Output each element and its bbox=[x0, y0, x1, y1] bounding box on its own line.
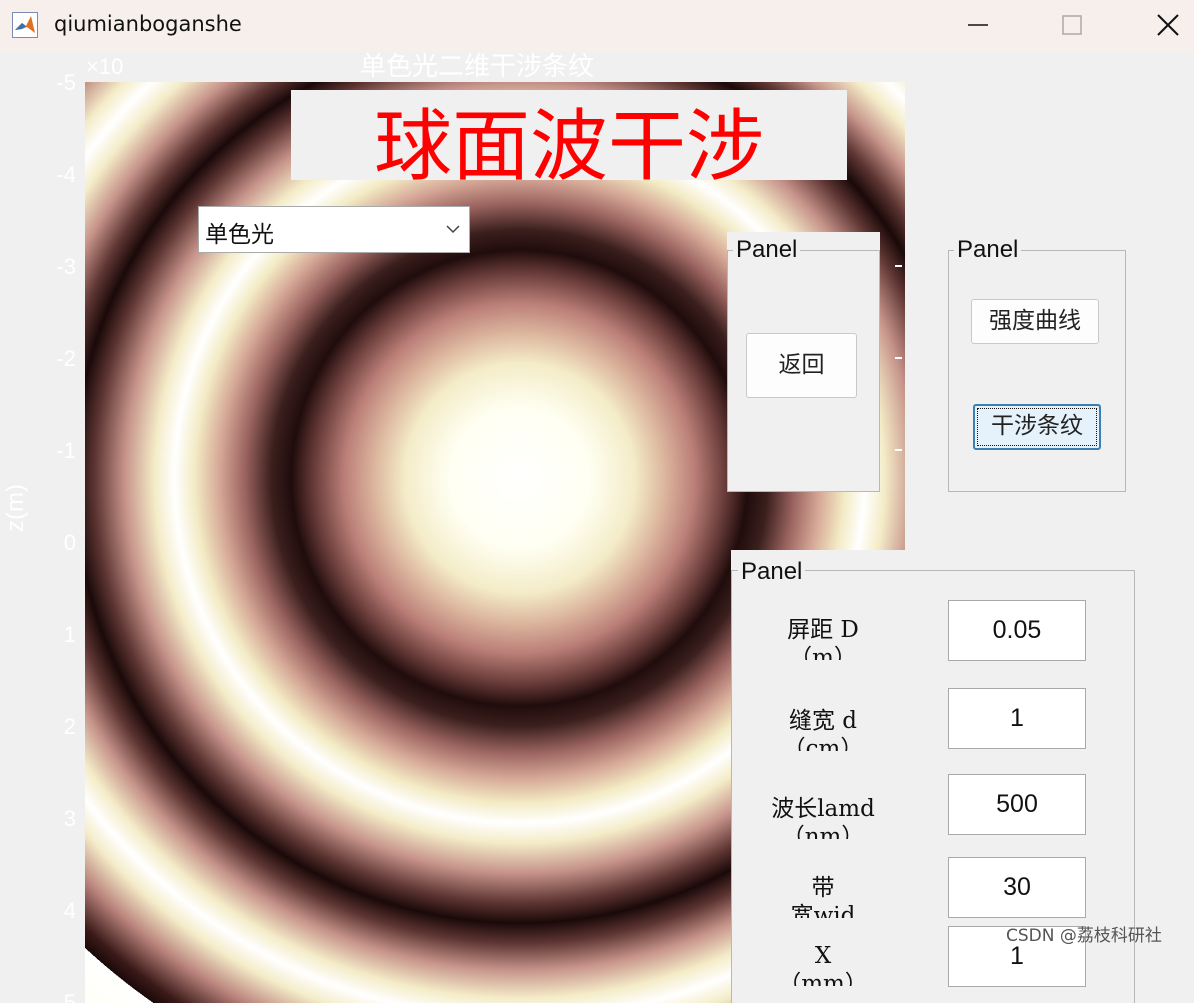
bandwidth-label: 带 宽wid bbox=[738, 874, 908, 918]
figure-client-area: ×10 单色光二维干涉条纹 z(m) -5 -4 -3 -2 -1 0 1 2 … bbox=[0, 52, 1194, 1003]
param-name: 带 bbox=[811, 875, 835, 901]
maximize-button[interactable] bbox=[1052, 8, 1092, 42]
y-tick-label: 5 bbox=[63, 990, 76, 1003]
close-button[interactable] bbox=[1148, 8, 1188, 42]
axis-exponent: ×10 bbox=[86, 54, 124, 79]
panel-frame bbox=[948, 250, 1126, 492]
window-title: qiumianboganshe bbox=[54, 12, 242, 36]
screen-distance-input[interactable]: 0.05 bbox=[948, 600, 1086, 661]
interference-fringe-button[interactable]: 干涉条纹 bbox=[973, 404, 1101, 450]
bandwidth-input[interactable]: 30 bbox=[948, 857, 1086, 918]
y-tick-label: -1 bbox=[56, 438, 76, 463]
chevron-down-icon bbox=[445, 221, 461, 241]
back-panel: Panel 返回 bbox=[727, 232, 880, 492]
axis-tick bbox=[895, 265, 902, 267]
axis-tick bbox=[895, 357, 902, 359]
param-unit: 宽wid bbox=[790, 903, 856, 918]
intensity-curve-button[interactable]: 强度曲线 bbox=[971, 299, 1099, 344]
axis-tick bbox=[895, 449, 902, 451]
slit-width-input[interactable]: 1 bbox=[948, 688, 1086, 749]
dropdown-selected-value: 单色光 bbox=[205, 222, 274, 248]
title-bar: qiumianboganshe bbox=[0, 0, 1194, 52]
y-tick-label: 4 bbox=[63, 898, 76, 923]
y-tick-label: -4 bbox=[56, 162, 76, 187]
light-type-dropdown[interactable]: 单色光 bbox=[198, 206, 470, 253]
y-axis-label: z(m) bbox=[2, 484, 29, 532]
panel-title: Panel bbox=[954, 236, 1022, 264]
y-tick-label: 3 bbox=[63, 806, 76, 831]
y-tick-label: -5 bbox=[56, 70, 76, 95]
plot-title: 单色光二维干涉条纹 bbox=[360, 52, 595, 82]
panel-title: Panel bbox=[733, 236, 801, 264]
slit-width-label: 缝宽 d （cm） bbox=[738, 707, 908, 751]
param-name: 屏距 D bbox=[787, 617, 859, 643]
screen-distance-label: 屏距 D （m） bbox=[738, 616, 908, 660]
param-name: X bbox=[814, 943, 832, 969]
param-name: 缝宽 d bbox=[788, 708, 858, 734]
heading-text: 球面波干涉 bbox=[373, 102, 764, 180]
y-tick-label: 1 bbox=[63, 622, 76, 647]
param-name: 波长lamd bbox=[771, 796, 875, 822]
param-unit: （cm） bbox=[782, 736, 864, 751]
param-unit: （nm） bbox=[781, 824, 865, 839]
y-tick-label: -3 bbox=[56, 254, 76, 279]
x-position-label: X （mm） bbox=[738, 942, 908, 986]
heading-box: 球面波干涉 bbox=[291, 90, 847, 180]
matlab-app-icon bbox=[12, 12, 38, 38]
param-unit: （m） bbox=[789, 645, 857, 660]
minimize-button[interactable] bbox=[958, 8, 998, 42]
y-tick-label: 0 bbox=[63, 530, 76, 555]
watermark: CSDN @荔枝科研社 bbox=[1006, 926, 1162, 946]
wavelength-label: 波长lamd （nm） bbox=[738, 795, 908, 839]
wavelength-input[interactable]: 500 bbox=[948, 774, 1086, 835]
y-tick-label: -2 bbox=[56, 346, 76, 371]
y-tick-label: 2 bbox=[63, 714, 76, 739]
back-button[interactable]: 返回 bbox=[746, 333, 857, 398]
panel-title: Panel bbox=[738, 558, 806, 586]
param-unit: （mm） bbox=[778, 971, 868, 986]
plot-options-panel: Panel 强度曲线 干涉条纹 bbox=[948, 232, 1126, 492]
